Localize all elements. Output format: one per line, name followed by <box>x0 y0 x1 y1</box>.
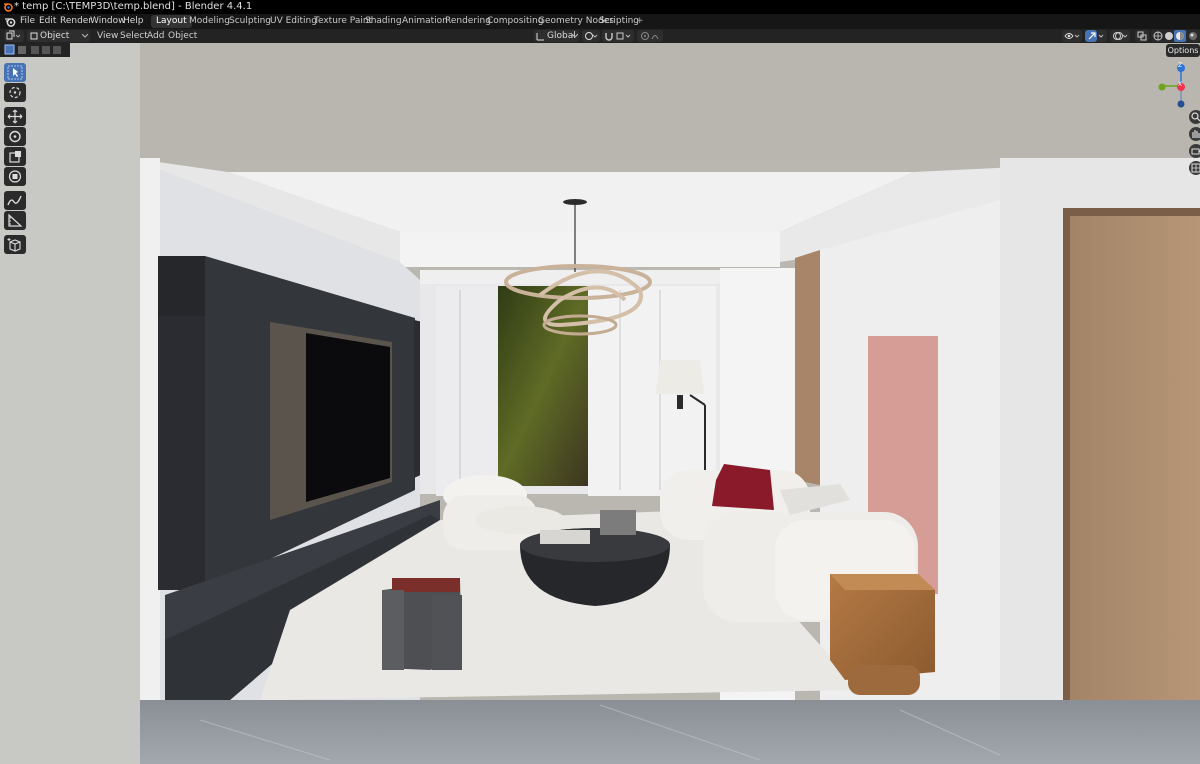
snap-magnet-icon <box>605 32 631 41</box>
navigation-gizmo[interactable] <box>1150 60 1200 110</box>
mode-dropdown[interactable]: Object Mode <box>27 30 90 53</box>
pivot-icon <box>585 32 598 40</box>
neg-z-axis-handle[interactable] <box>1177 100 1185 108</box>
zoom-button[interactable] <box>1189 110 1200 124</box>
menu-render[interactable]: Render <box>60 14 92 29</box>
move-arrows-icon <box>7 109 23 124</box>
transform-orientation-dropdown[interactable]: Global <box>534 30 579 42</box>
scale-tool[interactable] <box>4 147 26 166</box>
editor-type-button[interactable] <box>4 30 24 42</box>
add-cube-tool[interactable] <box>4 235 26 254</box>
cube-icon <box>7 238 21 252</box>
zoom-icon <box>1191 112 1200 122</box>
chevron-down-icon <box>572 34 578 38</box>
material-preview-icon[interactable] <box>1175 31 1185 41</box>
header-menu-select[interactable]: Select <box>120 29 148 43</box>
menu-bar: File Edit Render Window Help Layout Mode… <box>0 14 1200 29</box>
cursor-tool[interactable] <box>4 83 26 102</box>
xray-toggle[interactable] <box>1135 30 1149 42</box>
y-axis-handle[interactable] <box>1158 83 1166 91</box>
wireframe-shading-icon[interactable] <box>1153 31 1163 41</box>
overlays-icon <box>1113 32 1128 40</box>
living-room-render <box>0 43 1200 764</box>
scale-icon <box>9 151 21 163</box>
proportional-edit-icon <box>641 32 659 40</box>
overlays-dropdown[interactable] <box>1110 30 1130 42</box>
header-menu-add[interactable]: Add <box>147 29 164 43</box>
rotate-tool[interactable] <box>4 127 26 146</box>
viewport-header: Object Mode View Select Add Object Globa… <box>0 29 1200 53</box>
3d-cursor-icon <box>9 86 21 99</box>
annotate-tool[interactable] <box>4 191 26 210</box>
measure-tool[interactable] <box>4 211 26 230</box>
3d-viewport[interactable]: Options Z X <box>0 43 1200 764</box>
eye-icon <box>1064 33 1080 39</box>
shading-mode-group <box>1151 30 1200 42</box>
add-workspace-button[interactable]: + <box>631 15 649 28</box>
select-mode-icons[interactable] <box>4 44 64 56</box>
camera-icon <box>1191 148 1200 155</box>
select-box-tool[interactable] <box>4 63 26 82</box>
visibility-dropdown[interactable] <box>1062 30 1082 42</box>
orientation-icon <box>536 33 544 41</box>
gizmo-icon <box>1088 32 1104 40</box>
grid-icon <box>1191 163 1200 173</box>
header-menu-view[interactable]: View <box>97 29 118 43</box>
header-menu-object[interactable]: Object <box>168 29 197 43</box>
solid-shading-icon[interactable] <box>1164 31 1174 41</box>
rotate-icon <box>9 130 21 143</box>
hand-icon <box>1192 130 1200 138</box>
menu-window[interactable]: Window <box>90 14 126 29</box>
pan-button[interactable] <box>1189 127 1200 141</box>
pivot-point-dropdown[interactable] <box>582 30 600 42</box>
window-title: * temp [C:\TEMP3D\temp.blend] - Blender … <box>14 1 253 12</box>
snapping-toggle[interactable] <box>602 30 634 42</box>
proportional-editing-toggle[interactable] <box>637 30 663 42</box>
transform-icon <box>8 170 22 183</box>
xray-icon <box>1137 31 1147 41</box>
menu-file[interactable]: File <box>20 14 35 29</box>
blender-menu-icon[interactable] <box>4 16 16 27</box>
gizmo-toggle[interactable] <box>1085 30 1107 42</box>
select-mode-row <box>0 43 70 57</box>
blender-logo-icon <box>4 3 13 12</box>
editor-type-icon <box>6 30 21 40</box>
rendered-shading-icon[interactable] <box>1188 31 1198 41</box>
gizmo-z-label: Z <box>1178 62 1183 69</box>
options-button[interactable]: Options <box>1166 44 1200 57</box>
object-mode-icon <box>30 32 38 40</box>
ruler-icon <box>8 213 23 227</box>
move-tool[interactable] <box>4 107 26 126</box>
menu-edit[interactable]: Edit <box>39 14 56 29</box>
transform-tool[interactable] <box>4 167 26 186</box>
title-bar: * temp [C:\TEMP3D\temp.blend] - Blender … <box>0 0 1200 14</box>
gizmo-x-label: X <box>1178 81 1183 88</box>
menu-help[interactable]: Help <box>123 14 144 29</box>
camera-view-button[interactable] <box>1189 144 1200 158</box>
cursor-arrow-icon <box>7 65 23 80</box>
perspective-toggle-button[interactable] <box>1189 161 1200 175</box>
pencil-squiggle-icon <box>7 195 22 206</box>
chevron-down-icon <box>82 34 88 38</box>
